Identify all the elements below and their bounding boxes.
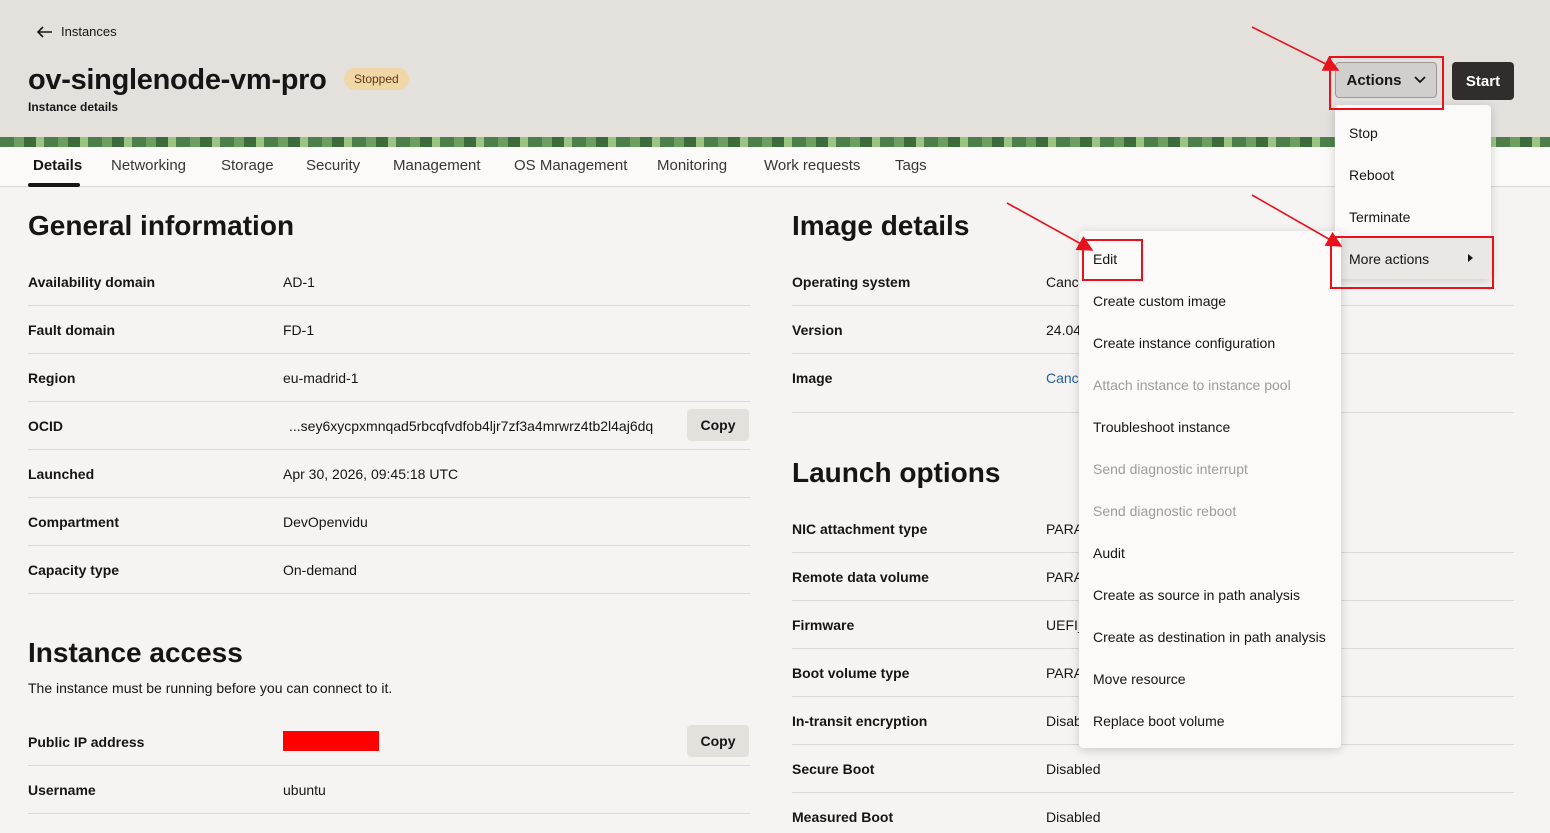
divider [28, 449, 750, 450]
row-label-measured-boot: Measured Boot [792, 809, 894, 825]
copy-ocid-button[interactable]: Copy [687, 409, 749, 441]
menu-item-diagnostic-interrupt: Send diagnostic interrupt [1093, 461, 1248, 477]
divider [28, 401, 750, 402]
row-label-public-ip: Public IP address [28, 734, 145, 750]
divider [792, 792, 1514, 793]
divider [28, 305, 750, 306]
row-value-operating-system: Canc [1046, 274, 1079, 290]
actions-button-label: Actions [1346, 71, 1402, 89]
tab-work-requests[interactable]: Work requests [764, 157, 860, 174]
row-value-version: 24.04 [1046, 322, 1082, 338]
row-label-ocid: OCID [28, 418, 63, 434]
back-to-instances-link[interactable]: Instances [37, 24, 117, 39]
chevron-down-icon [1413, 76, 1426, 84]
menu-item-create-custom-image[interactable]: Create custom image [1093, 293, 1226, 309]
tab-management[interactable]: Management [393, 157, 481, 174]
menu-item-destination-path-analysis[interactable]: Create as destination in path analysis [1093, 629, 1326, 645]
menu-item-reboot[interactable]: Reboot [1349, 167, 1394, 183]
row-label-fault-domain: Fault domain [28, 322, 116, 338]
row-label-username: Username [28, 782, 96, 798]
tab-monitoring[interactable]: Monitoring [657, 157, 727, 174]
menu-item-attach-to-pool: Attach instance to instance pool [1093, 377, 1291, 393]
menu-item-diagnostic-reboot: Send diagnostic reboot [1093, 503, 1237, 519]
row-label-operating-system: Operating system [792, 274, 911, 290]
row-value-compartment: DevOpenvidu [283, 514, 368, 530]
general-information-heading: General information [28, 210, 295, 241]
divider [28, 545, 750, 546]
actions-menu: Stop Reboot Terminate More actions [1335, 105, 1491, 279]
row-label-in-transit-encryption: In-transit encryption [792, 713, 928, 729]
divider [28, 593, 750, 594]
row-label-version: Version [792, 322, 843, 338]
row-value-measured-boot: Disabled [1046, 809, 1101, 825]
chevron-right-icon [1468, 254, 1473, 262]
menu-item-audit[interactable]: Audit [1093, 545, 1125, 561]
menu-item-create-instance-configuration[interactable]: Create instance configuration [1093, 335, 1275, 351]
active-tab-indicator [28, 183, 80, 187]
row-value-nic-attachment: PARA [1046, 521, 1084, 537]
instance-access-description: The instance must be running before you … [28, 680, 393, 696]
row-label-compartment: Compartment [28, 514, 120, 530]
row-value-region: eu-madrid-1 [283, 370, 359, 386]
launch-options-heading: Launch options [792, 457, 1001, 488]
tab-security[interactable]: Security [306, 157, 360, 174]
row-label-region: Region [28, 370, 76, 386]
tab-details[interactable]: Details [33, 157, 82, 174]
row-label-firmware: Firmware [792, 617, 855, 633]
row-value-capacity-type: On-demand [283, 562, 357, 578]
row-value-fault-domain: FD-1 [283, 322, 315, 338]
menu-item-move-resource[interactable]: Move resource [1093, 671, 1186, 687]
row-label-image: Image [792, 370, 833, 386]
row-value-availability-domain: AD-1 [283, 274, 315, 290]
tab-storage[interactable]: Storage [221, 157, 274, 174]
row-value-ocid: ...sey6xycpxmnqad5rbcqfvdfob4ljr7zf3a4mr… [289, 418, 654, 434]
more-actions-submenu: Edit Create custom image Create instance… [1079, 231, 1341, 748]
tab-bar: Details Networking Storage Security Mana… [0, 147, 1550, 187]
copy-ip-button[interactable]: Copy [687, 725, 749, 757]
arrow-left-icon [37, 25, 52, 38]
image-details-heading: Image details [792, 210, 970, 241]
menu-item-stop[interactable]: Stop [1349, 125, 1378, 141]
redacted-public-ip [283, 731, 379, 751]
divider [28, 813, 750, 814]
tab-networking[interactable]: Networking [111, 157, 186, 174]
row-label-remote-data-volume: Remote data volume [792, 569, 929, 585]
tab-os-management[interactable]: OS Management [514, 157, 627, 174]
instance-access-heading: Instance access [28, 637, 243, 668]
menu-item-more-actions[interactable]: More actions [1349, 251, 1429, 267]
row-label-availability-domain: Availability domain [28, 274, 156, 290]
menu-item-edit[interactable]: Edit [1093, 251, 1117, 267]
divider [28, 353, 750, 354]
actions-button[interactable]: Actions [1335, 62, 1437, 98]
menu-item-replace-boot-volume[interactable]: Replace boot volume [1093, 713, 1225, 729]
row-value-in-transit-encryption: Disab [1046, 713, 1082, 729]
menu-item-terminate[interactable]: Terminate [1349, 209, 1410, 225]
row-value-launched: Apr 30, 2026, 09:45:18 UTC [283, 466, 459, 482]
row-value-username: ubuntu [283, 782, 326, 798]
row-label-launched: Launched [28, 466, 95, 482]
divider [28, 497, 750, 498]
row-value-secure-boot: Disabled [1046, 761, 1101, 777]
page-header: Instances ov-singlenode-vm-pro Stopped I… [0, 0, 1550, 137]
image-link[interactable]: Canc [1046, 370, 1079, 386]
decorative-banner [0, 137, 1550, 147]
page-subtitle: Instance details [28, 100, 119, 114]
status-badge: Stopped [344, 68, 409, 90]
back-link-label: Instances [61, 24, 117, 39]
row-label-boot-volume-type: Boot volume type [792, 665, 910, 681]
menu-item-source-path-analysis[interactable]: Create as source in path analysis [1093, 587, 1300, 603]
row-label-nic-attachment: NIC attachment type [792, 521, 928, 537]
tab-tags[interactable]: Tags [895, 157, 927, 174]
page-title: ov-singlenode-vm-pro [28, 64, 327, 96]
row-value-remote-data-volume: PARA [1046, 569, 1084, 585]
start-button[interactable]: Start [1452, 62, 1514, 100]
menu-item-troubleshoot[interactable]: Troubleshoot instance [1093, 419, 1230, 435]
row-value-boot-volume-type: PARA [1046, 665, 1084, 681]
row-label-secure-boot: Secure Boot [792, 761, 875, 777]
divider [28, 765, 750, 766]
row-label-capacity-type: Capacity type [28, 562, 120, 578]
